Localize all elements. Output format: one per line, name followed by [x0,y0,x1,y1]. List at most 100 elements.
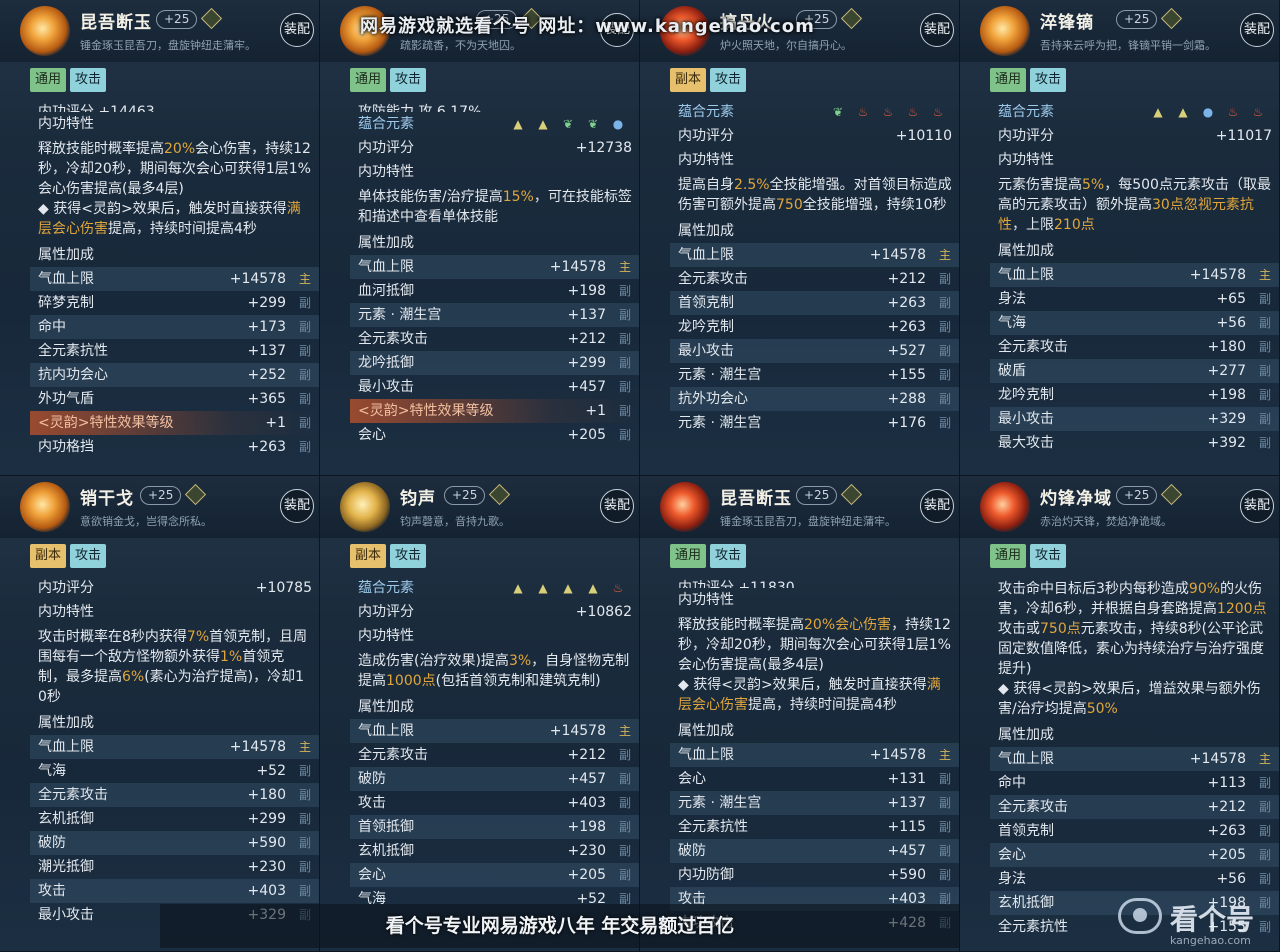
info-row: 蕴合元素 ▲ ▲ ▲ ▲ ♨ [350,576,639,600]
info-row: 蕴合元素 ❦ ♨ ♨ ♨ ♨ [670,100,959,124]
attribute-name: 全元素抗性 [678,819,748,835]
attribute-value: +263 [247,439,286,455]
level-badge: +25 [156,10,198,29]
tri-element-icon: ▲ [513,117,523,131]
attribute-section-title: 属性加成 [358,699,414,715]
attribute-name: 气血上限 [678,247,734,263]
attribute-scroll-area[interactable]: 攻防能力 攻 6.17% 蕴合元素 ▲ ▲ ❦ ❦ ● 内功评分 +12738 内功特性 单体技能伤… [350,100,639,475]
attribute-name: 攻击 [38,883,66,899]
level-badge: +25 [1116,486,1158,505]
equip-button[interactable]: 装配 [600,489,634,523]
category-tag: 通用 [990,68,1027,92]
attribute-scroll-area[interactable]: 内功评分 +10785 内功特性 攻击时概率在8秒内获得7%首领克制，且周围每有一个敌… [30,576,319,951]
attribute-row: 首领抵御 +198 副 [350,815,639,839]
attribute-name: 玄机抵御 [38,811,94,827]
element-icons: ▲ ▲ ▲ ▲ ♨ [510,580,626,596]
attribute-value: +457 [887,843,926,859]
attribute-section-title: 属性加成 [38,715,94,731]
clipped-text: 内功评分 +11830 [678,580,795,588]
attribute-name: 攻击 [358,795,386,811]
attribute-type-mark: 副 [618,772,631,786]
attribute-scroll-area[interactable]: 内功评分 +11830 内功特性 释放技能时概率提高20%会心伤害，持续12秒，冷却… [670,576,959,951]
attribute-name: 内功格挡 [38,439,94,455]
attribute-type-mark: 副 [298,344,311,358]
info-label: 内功特性 [678,152,734,168]
info-row: 内功评分 +10110 [670,124,959,148]
attribute-row: <灵韵>特性效果等级 +1 副 [30,411,319,435]
tag-list: 通用 攻击 [350,68,427,92]
attribute-section-title: 属性加成 [678,723,734,739]
info-label: 内功评分 [358,604,414,620]
blade-gold-icon [20,482,70,532]
info-label: 内功评分 [358,140,414,156]
equipment-flavor-text: 锤金琢玉昆吾刀，盘旋钟纽走蒲牢。 [80,39,256,52]
tag-list: 副本 攻击 [670,68,747,92]
attribute-scroll-area[interactable]: 蕴合元素 ▲ ▲ ▲ ▲ ♨ 内功评分 +10862 内功特性 造成伤害(治疗效果)提高3%，自身… [350,576,639,951]
attribute-type-mark: 副 [298,416,311,430]
clipped-row: 攻防能力 攻 6.17% [350,100,639,112]
attribute-name: 最小攻击 [678,343,734,359]
attribute-row: 抗外功会心 +288 副 [670,387,959,411]
attribute-type-mark: 副 [1258,340,1271,354]
fire-element-icon: ♨ [857,105,869,119]
info-label: 内功特性 [678,592,734,608]
tri-element-icon: ▲ [563,581,573,595]
attribute-type-mark: 副 [298,320,311,334]
attribute-row: 最小攻击 +527 副 [670,339,959,363]
attribute-scroll-area[interactable]: 内功评分 +14463 内功特性 释放技能时概率提高20%会心伤害，持续12秒，冷却… [30,100,319,475]
equip-button[interactable]: 装配 [920,489,954,523]
attribute-row: 血河抵御 +198 副 [350,279,639,303]
equip-button[interactable]: 装配 [280,13,314,47]
tag-list: 副本 攻击 [350,544,427,568]
attribute-name: 会心 [358,427,386,443]
attribute-type-mark: 副 [618,748,631,762]
blade-gold-icon [980,6,1030,56]
info-row: 内功特性 [350,160,639,184]
equipment-card: 钧声 +25 钧声磬意，音持九歌。 装配 副本 攻击 蕴合元素 ▲ ▲ ▲ ▲ ♨ 内功评分 +10862… [320,476,640,952]
attribute-type-mark: 副 [618,428,631,442]
attribute-type-mark: 主 [298,740,311,754]
attribute-value: +137 [247,343,286,359]
rank-diamond-icon [200,7,223,30]
tag-list: 通用 攻击 [30,68,107,92]
attribute-type-mark: 副 [1258,872,1271,886]
attribute-section-title: 属性加成 [998,727,1054,743]
attribute-row: 攻击 +403 副 [350,791,639,815]
attribute-name: 最小攻击 [38,907,94,923]
attribute-row: 首领克制 +263 副 [990,819,1279,843]
rank-diamond-icon [184,483,207,506]
attribute-name: 破防 [358,771,386,787]
attribute-value: +14578 [869,747,926,763]
blade-red-icon [980,482,1030,532]
equip-button[interactable]: 装配 [1240,13,1274,47]
attribute-row: 气血上限 +14578 主 [990,263,1279,287]
clipped-row: 内功评分 +11830 [670,576,959,588]
attribute-scroll-area[interactable]: 蕴合元素 ▲ ▲ ● ♨ ♨ 内功评分 +11017 内功特性 元素伤害提高5%，每500点元素攻… [990,100,1279,475]
attribute-name: 命中 [38,319,66,335]
equip-button[interactable]: 装配 [1240,489,1274,523]
card-header: 钧声 +25 钧声磬意，音持九歌。 装配 [320,476,639,538]
tag-list: 通用 攻击 [990,68,1067,92]
attribute-value: +457 [567,379,606,395]
attribute-name: 最大攻击 [998,435,1054,451]
attribute-scroll-area[interactable]: 蕴合元素 ❦ ♨ ♨ ♨ ♨ 内功评分 +10110 内功特性 提高自身2.5%全技能增强。对首领… [670,100,959,475]
info-label: 内功特性 [38,116,94,132]
attribute-value: +14578 [549,723,606,739]
attribute-row: 抗内功会心 +252 副 [30,363,319,387]
equipment-card: 淬锋镝 +25 吾持来云呼为把，锋镝平销一剑霜。 装配 通用 攻击 蕴合元素 ▲ ▲ ● ♨ ♨ 内功评… [960,0,1280,476]
info-value: +11017 [1215,128,1272,144]
tri-element-icon: ▲ [538,117,548,131]
attribute-row: 全元素攻击 +212 副 [350,743,639,767]
equip-button[interactable]: 装配 [280,489,314,523]
card-header: 昆吾断玉 +25 锤金琢玉昆吾刀，盘旋钟纽走蒲牢。 装配 [640,476,959,538]
category-tag: 攻击 [70,544,107,568]
equipment-card: 搞丹火 +25 炉火照天地，尔自搞丹心。 装配 副本 攻击 蕴合元素 ❦ ♨ ♨ ♨ ♨ 内功评分 +10… [640,0,960,476]
attribute-type-mark: 副 [938,392,951,406]
attribute-value: +14578 [549,259,606,275]
attribute-type-mark: 副 [618,796,631,810]
trait-description: 造成伤害(治疗效果)提高3%，自身怪物克制提高1000点(包括首领克制和建筑克制… [358,653,630,689]
info-row: 内功评分 +10785 [30,576,319,600]
trait-description: 单体技能伤害/治疗提高15%，可在技能标签和描述中查看单体技能 [358,189,632,225]
attribute-value: +205 [1207,847,1246,863]
attribute-row: 最小攻击 +457 副 [350,375,639,399]
